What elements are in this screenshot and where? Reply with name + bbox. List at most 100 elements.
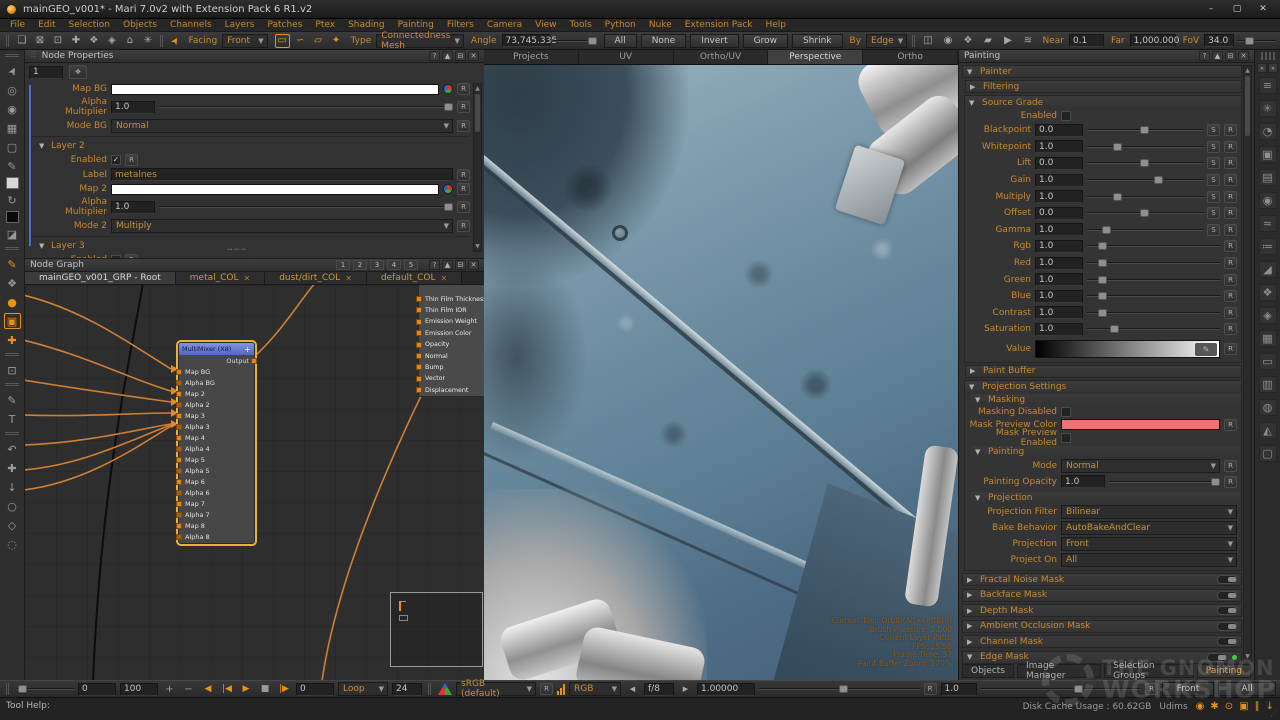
dock-snapshots-icon[interactable]: ▥ [1259,376,1277,393]
select-invert-button[interactable]: Invert [690,34,738,48]
node-properties-action-button[interactable]: ❖ [69,65,87,79]
menu-channels[interactable]: Channels [170,20,212,30]
minimize-button[interactable]: – [1200,2,1222,16]
menu-patches[interactable]: Patches [267,20,302,30]
type-dropdown[interactable]: Connectedness Mesh▼ [376,34,464,48]
painting-opacity-field[interactable]: 1.0 [1061,475,1105,488]
status-export-icon[interactable]: ▣ [1239,701,1248,712]
grade-value-field[interactable]: 1.0 [1035,273,1083,286]
status-paint-icon[interactable]: ✱ [1210,701,1218,712]
reset-button[interactable]: R [457,220,470,232]
node-graph-title-bar[interactable]: Node Graph 12345 ?▲⊟✕ [25,259,484,272]
dock-layers-icon[interactable]: ≡ [1259,77,1277,94]
value-gradient-bar[interactable]: ✎ [1035,340,1220,358]
save-project-icon[interactable]: ⊡ [50,34,65,48]
grade-slider[interactable] [1087,323,1220,335]
bake-behavior-dropdown[interactable]: AutoBakeAndClear ▼ [1061,521,1237,535]
collapse-right-icon[interactable]: » [1268,63,1278,73]
section-channel-mask[interactable]: ▶Channel Mask [962,635,1242,648]
section-layer-3[interactable]: ▼Layer 3 [29,236,470,253]
quad-tool-icon[interactable]: ◇ [4,517,21,533]
add-key-icon[interactable]: + [162,682,177,696]
dock-color-icon[interactable]: ◈ [1259,307,1277,324]
grade-value-field[interactable]: 1.0 [1035,323,1083,336]
set-button[interactable]: S [1207,141,1220,153]
palette-tab-selection-groups[interactable]: Selection Groups [1104,664,1194,678]
select-all-button[interactable]: All [604,34,637,48]
section-source-grade[interactable]: ▼ Source Grade [965,96,1241,109]
scroll-down-icon[interactable]: ▼ [1244,652,1251,661]
input-port[interactable] [176,369,182,375]
step-forward-button[interactable]: |▶ [276,683,292,696]
input-port[interactable] [416,342,422,348]
stop-button[interactable]: ■ [257,683,273,696]
dock-shelf-icon[interactable]: ✳ [1259,100,1277,117]
input-port[interactable] [176,435,182,441]
tool-column-grip[interactable] [5,54,19,58]
section-projection[interactable]: ▼ Projection [971,492,1241,504]
help-icon[interactable]: ? [1199,51,1210,61]
section-paint-buffer[interactable]: ▶ Paint Buffer [965,365,1242,378]
gain-slider[interactable] [981,683,1142,695]
input-port[interactable] [416,330,422,336]
home-view-icon[interactable]: ⌂ [122,34,137,48]
add-tool-icon[interactable]: ✚ [4,332,21,348]
reset-button[interactable]: R [457,83,470,95]
close-button[interactable]: ✕ [1252,2,1274,16]
input-port[interactable] [176,380,182,386]
angle-slider[interactable] [553,35,597,47]
dock-patches-icon[interactable]: ▦ [1259,330,1277,347]
mask-enable-toggle[interactable] [1207,653,1227,662]
paint-brush-tool-icon[interactable]: ✎ [4,158,21,174]
range-end-field[interactable]: 100 [120,683,158,696]
viewport-3d-view[interactable]: Current Tool: Orbit (Alt+LeftBtn)Brush P… [484,65,958,680]
angle-field[interactable]: 73,745.335 [502,34,550,47]
clone-stamp-tool-icon[interactable]: ◉ [4,101,21,117]
by-dropdown[interactable]: Edge▼ [866,34,907,48]
all-button[interactable]: All [1218,682,1276,696]
mask-enable-toggle[interactable] [1217,575,1237,584]
grade-value-field[interactable]: 1.0 [1035,140,1083,153]
mask-enable-toggle[interactable] [1217,622,1237,631]
go-to-start-button[interactable]: |◀ [219,683,235,696]
channel-dropdown[interactable]: RGB▼ [569,682,621,696]
set-button[interactable]: S [1207,174,1220,186]
gain-field[interactable]: 1.0 [941,683,977,696]
front-button[interactable]: Front [1162,682,1214,696]
reset-button[interactable]: R [457,183,470,195]
palette-tab-objects[interactable]: Objects [962,664,1014,678]
collapse-left-icon[interactable]: « [1257,63,1267,73]
reset-button[interactable]: R [1145,683,1158,695]
exposure-slider[interactable] [759,683,920,695]
undo-icon[interactable]: ↶ [4,441,21,457]
painting-opacity-slider[interactable] [1109,476,1220,488]
reset-button[interactable]: R [1224,419,1237,431]
near-field[interactable]: 0.1 [1069,34,1104,47]
reset-button[interactable]: R [1224,290,1237,302]
timeline-zoom-slider[interactable] [16,683,74,695]
node-graph-tab[interactable]: dust/dirt_COL✕ [265,272,367,284]
menu-layers[interactable]: Layers [225,20,255,30]
current-frame-field[interactable]: 0 [296,683,334,696]
input-port[interactable] [176,490,182,496]
grade-slider[interactable] [1087,191,1203,203]
add-paint-icon[interactable]: ✚ [68,34,83,48]
set-button[interactable]: S [1207,224,1220,236]
value-slider[interactable] [159,201,453,213]
dock-colorpicker-icon[interactable]: ◭ [1259,422,1277,439]
float-icon[interactable]: ⊟ [1225,51,1236,61]
toolbar-grip[interactable] [6,35,9,47]
grade-value-field[interactable]: 1.0 [1035,190,1083,203]
grade-value-field[interactable]: 1.0 [1035,306,1083,319]
range-start-field[interactable]: 0 [78,683,116,696]
input-port[interactable] [176,501,182,507]
menu-edit[interactable]: Edit [38,20,55,30]
grade-value-field[interactable]: 0.0 [1035,157,1083,170]
value-slider[interactable] [159,101,453,113]
grade-value-field[interactable]: 1.0 [1035,240,1083,253]
marquee-tool-icon[interactable]: ▢ [4,139,21,155]
projection-dropdown[interactable]: Front ▼ [1061,537,1237,551]
reset-button[interactable]: R [1224,476,1237,488]
reset-button[interactable]: R [1224,174,1237,186]
reset-button[interactable]: R [1224,207,1237,219]
